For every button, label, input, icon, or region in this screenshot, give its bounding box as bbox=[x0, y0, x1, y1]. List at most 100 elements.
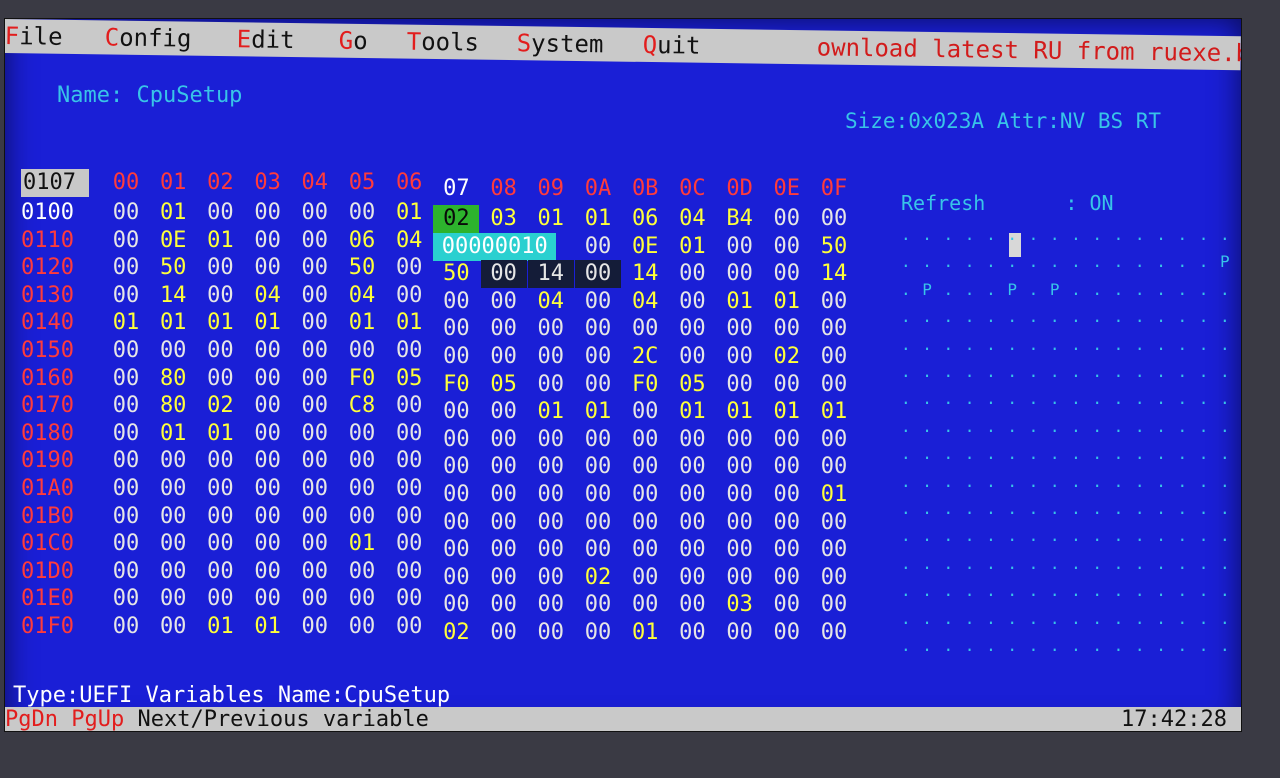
hex-byte[interactable]: 00 bbox=[717, 453, 763, 481]
hex-byte[interactable]: 00 bbox=[339, 475, 385, 503]
hex-byte[interactable]: 00 bbox=[433, 509, 479, 537]
hex-byte[interactable]: 00 bbox=[386, 475, 432, 503]
hex-byte[interactable]: 00 bbox=[811, 509, 857, 537]
hex-byte[interactable]: 01 bbox=[150, 420, 196, 448]
hex-byte[interactable]: 00 bbox=[811, 536, 857, 564]
menu-item-6[interactable]: Quit bbox=[642, 28, 701, 63]
hex-byte[interactable]: 00 bbox=[575, 371, 621, 399]
hex-byte[interactable]: 00 bbox=[717, 371, 763, 399]
hex-byte[interactable]: 00 bbox=[622, 453, 668, 481]
pgup-key[interactable]: PgUp bbox=[71, 707, 124, 731]
hex-byte[interactable]: 00 bbox=[528, 536, 574, 564]
hex-byte[interactable]: 00 bbox=[764, 260, 810, 288]
hex-byte[interactable]: 00 bbox=[528, 481, 574, 509]
hex-byte[interactable]: F0 bbox=[622, 371, 668, 399]
hex-byte[interactable]: 00 bbox=[669, 591, 715, 619]
hex-byte[interactable]: 00 bbox=[528, 371, 574, 399]
hex-byte[interactable]: 00 bbox=[103, 530, 149, 558]
hex-byte[interactable]: 00 bbox=[245, 199, 291, 227]
hex-byte[interactable]: 01 bbox=[717, 398, 763, 426]
hex-byte[interactable]: 00 bbox=[245, 420, 291, 448]
hex-byte[interactable]: 00 bbox=[386, 585, 432, 613]
hex-byte[interactable]: 00 bbox=[292, 530, 338, 558]
hex-byte[interactable]: 00 bbox=[103, 282, 149, 310]
hex-byte[interactable]: 00 bbox=[622, 591, 668, 619]
hex-byte[interactable]: 00 bbox=[811, 205, 857, 233]
hex-byte[interactable]: 00 bbox=[150, 613, 196, 641]
hex-byte[interactable]: 04 bbox=[622, 288, 668, 316]
hex-byte-highlighted[interactable]: 00 bbox=[575, 260, 621, 289]
hex-byte[interactable]: 00 bbox=[386, 337, 432, 365]
hex-byte[interactable]: 00 bbox=[103, 585, 149, 613]
hex-byte[interactable]: 0E bbox=[150, 227, 196, 255]
hex-byte[interactable]: 00 bbox=[103, 199, 149, 227]
hex-byte[interactable]: 01 bbox=[150, 309, 196, 337]
hex-byte[interactable]: 00 bbox=[386, 530, 432, 558]
hex-byte[interactable]: 02 bbox=[764, 343, 810, 371]
hex-byte[interactable]: F0 bbox=[433, 371, 479, 399]
hex-byte[interactable]: 00 bbox=[197, 530, 243, 558]
hex-byte[interactable]: 80 bbox=[150, 392, 196, 420]
hex-byte[interactable]: 01 bbox=[386, 309, 432, 337]
hex-byte[interactable]: 00 bbox=[481, 509, 527, 537]
hex-byte[interactable]: 00 bbox=[575, 619, 621, 647]
menu-item-1[interactable]: Config bbox=[105, 20, 192, 55]
hex-byte[interactable]: 00 bbox=[811, 343, 857, 371]
hex-byte[interactable]: 01 bbox=[811, 481, 857, 509]
hex-byte[interactable]: 00 bbox=[481, 288, 527, 316]
hex-byte[interactable]: 00 bbox=[197, 585, 243, 613]
hex-byte[interactable]: B4 bbox=[717, 205, 763, 233]
hex-byte[interactable]: 00 bbox=[433, 453, 479, 481]
highlighted-dword[interactable]: 00000010 bbox=[433, 232, 557, 261]
hex-byte[interactable]: 00 bbox=[811, 288, 857, 316]
hex-byte[interactable]: 00 bbox=[386, 392, 432, 420]
hex-byte[interactable]: 00 bbox=[197, 503, 243, 531]
hex-byte[interactable]: 00 bbox=[481, 426, 527, 454]
hex-byte[interactable]: 00 bbox=[245, 475, 291, 503]
hex-byte[interactable]: 04 bbox=[386, 227, 432, 255]
hex-byte[interactable]: 00 bbox=[150, 337, 196, 365]
hex-byte[interactable]: 05 bbox=[669, 371, 715, 399]
hex-byte[interactable]: 00 bbox=[481, 398, 527, 426]
hex-byte[interactable]: 50 bbox=[339, 254, 385, 282]
hex-byte[interactable]: 00 bbox=[386, 613, 432, 641]
hex-byte[interactable]: 00 bbox=[669, 426, 715, 454]
menu-item-5[interactable]: System bbox=[516, 26, 604, 61]
hex-byte[interactable]: 01 bbox=[764, 398, 810, 426]
hex-byte[interactable]: 00 bbox=[764, 536, 810, 564]
hex-byte[interactable]: 00 bbox=[764, 453, 810, 481]
hex-byte-highlighted[interactable]: 00 bbox=[480, 260, 527, 289]
hex-byte[interactable]: 00 bbox=[245, 585, 291, 613]
hex-byte[interactable]: 01 bbox=[764, 288, 810, 316]
hex-byte[interactable]: 00 bbox=[764, 481, 810, 509]
hex-byte[interactable]: 01 bbox=[339, 530, 385, 558]
hex-byte[interactable]: 00 bbox=[622, 315, 668, 343]
hex-byte[interactable]: 00 bbox=[481, 564, 527, 592]
hex-byte[interactable]: 00 bbox=[103, 392, 149, 420]
hex-byte[interactable]: 00 bbox=[575, 315, 621, 343]
hex-byte[interactable]: 00 bbox=[811, 619, 857, 647]
hex-byte[interactable]: 00 bbox=[197, 337, 243, 365]
hex-byte[interactable]: 00 bbox=[481, 536, 527, 564]
hex-byte[interactable]: 00 bbox=[339, 447, 385, 475]
hex-byte[interactable]: 00 bbox=[386, 420, 432, 448]
hex-byte[interactable]: 14 bbox=[622, 260, 668, 288]
hex-byte[interactable]: 00 bbox=[150, 585, 196, 613]
hex-byte[interactable]: 01 bbox=[197, 227, 243, 255]
hex-byte[interactable]: 00 bbox=[717, 260, 763, 288]
hex-byte[interactable]: 03 bbox=[481, 205, 527, 233]
hex-byte[interactable]: 00 bbox=[103, 254, 149, 282]
hex-byte[interactable]: 00 bbox=[811, 453, 857, 481]
hex-byte[interactable]: 00 bbox=[717, 536, 763, 564]
hex-byte[interactable]: 00 bbox=[811, 426, 857, 454]
hex-byte[interactable]: 02 bbox=[433, 619, 479, 647]
hex-byte[interactable]: 00 bbox=[433, 481, 479, 509]
menu-item-3[interactable]: Go bbox=[338, 24, 368, 58]
hex-byte[interactable]: 00 bbox=[717, 315, 763, 343]
hex-byte[interactable]: 50 bbox=[811, 233, 857, 261]
hex-byte[interactable]: 00 bbox=[103, 503, 149, 531]
hex-byte[interactable]: 02 bbox=[433, 205, 480, 233]
hex-byte[interactable]: 00 bbox=[245, 392, 291, 420]
hex-byte[interactable]: 00 bbox=[764, 619, 810, 647]
hex-byte[interactable]: 00 bbox=[669, 481, 715, 509]
